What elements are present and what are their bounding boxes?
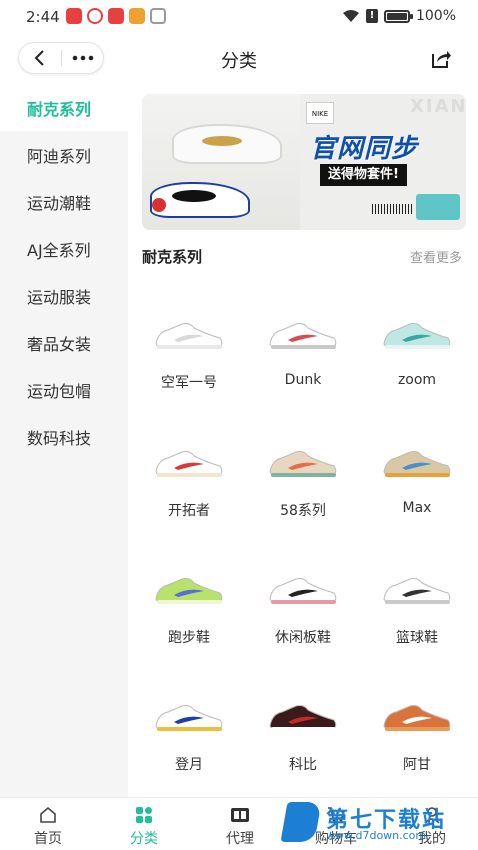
- promo-banner[interactable]: NIKE XIANSHI 官网同步 送得物套件!: [142, 94, 466, 230]
- banner-subtitle: 送得物套件!: [320, 164, 407, 186]
- watermark-url: www.d7down.com: [326, 829, 427, 842]
- tab-item[interactable]: 代理: [192, 798, 288, 850]
- shoe-thumbnail-icon: [383, 451, 451, 477]
- product-label: 空军一号: [161, 375, 217, 391]
- battery-icon: [383, 9, 413, 23]
- product-item[interactable]: 58系列: [246, 428, 360, 538]
- watermark-logo-icon: [280, 802, 322, 842]
- product-label: Dunk: [284, 372, 322, 388]
- sidebar-item-label: 耐克系列: [27, 99, 92, 119]
- banner-shoe-black-swoosh: [172, 190, 216, 202]
- sidebar-item[interactable]: AJ全系列: [0, 225, 128, 272]
- sidebar-item[interactable]: 运动包帽: [0, 366, 128, 413]
- share-icon[interactable]: [430, 48, 452, 70]
- product-label: zoom: [397, 372, 437, 388]
- home-icon: [40, 806, 56, 823]
- sidebar-item[interactable]: 数码科技: [0, 413, 128, 460]
- app-notification-icon: [66, 8, 82, 24]
- product-label: 篮球鞋: [396, 630, 438, 646]
- orange-app-icon: [129, 8, 145, 24]
- banner-gift-box: [416, 194, 460, 220]
- product-label: 开拓者: [168, 503, 210, 519]
- shoe-thumbnail-icon: [383, 323, 451, 349]
- notification-icons: [66, 8, 166, 24]
- product-item[interactable]: Max: [360, 428, 474, 538]
- view-more-link[interactable]: 查看更多: [410, 247, 462, 266]
- product-item[interactable]: 科比: [246, 682, 360, 792]
- product-item[interactable]: 阿甘: [360, 682, 474, 792]
- shoe-thumbnail-icon: [155, 705, 223, 731]
- sidebar-item[interactable]: 奢品女装: [0, 319, 128, 366]
- chat-notification-icon: [87, 8, 103, 24]
- shop-notification-icon: [108, 8, 124, 24]
- tab-label: 首页: [34, 831, 62, 847]
- banner-shoe-red-heel: [152, 198, 166, 212]
- tab-label: 代理: [226, 831, 254, 847]
- sidebar-item-label: 运动潮鞋: [27, 193, 92, 213]
- banner-shoe-photo: [142, 94, 300, 230]
- battery-percent: 100%: [415, 8, 456, 24]
- status-time: 2:44: [26, 8, 60, 26]
- battery-fill: [386, 12, 407, 20]
- browser-app-icon: [150, 8, 166, 24]
- shoe-thumbnail-icon: [383, 705, 451, 731]
- recruit-icon: [231, 808, 249, 822]
- product-label: 登月: [175, 757, 203, 773]
- shoe-thumbnail-icon: [269, 578, 337, 604]
- sidebar-item[interactable]: 耐克系列: [0, 84, 128, 131]
- section-title: 耐克系列: [142, 248, 203, 266]
- product-item[interactable]: 篮球鞋: [360, 555, 474, 665]
- top-nav-bar: 分类: [0, 34, 478, 84]
- status-right: ! 100%: [342, 8, 456, 24]
- product-item[interactable]: 开拓者: [132, 428, 246, 538]
- category-icon: [136, 807, 152, 823]
- product-label: 科比: [289, 757, 317, 773]
- product-item[interactable]: 空军一号: [132, 300, 246, 410]
- wifi-icon: [342, 10, 359, 22]
- shoe-thumbnail-icon: [155, 578, 223, 604]
- product-item[interactable]: Dunk: [246, 300, 360, 410]
- sidebar-item[interactable]: 阿迪系列: [0, 131, 128, 178]
- tab-item[interactable]: 首页: [0, 798, 96, 850]
- shoe-thumbnail-icon: [155, 323, 223, 349]
- product-item[interactable]: zoom: [360, 300, 474, 410]
- page-title: 分类: [221, 51, 257, 72]
- shoe-thumbnail-icon: [269, 705, 337, 731]
- sidebar-item-label: 奢品女装: [27, 334, 92, 354]
- banner-watermark: XIANSHI: [410, 96, 466, 117]
- product-label: Max: [402, 500, 432, 516]
- product-item[interactable]: 登月: [132, 682, 246, 792]
- tab-item[interactable]: 分类: [96, 798, 192, 850]
- product-label: 休闲板鞋: [275, 630, 331, 646]
- alert-icon: !: [365, 9, 378, 23]
- banner-title: 官网同步: [310, 134, 419, 164]
- banner-brand-logo: NIKE: [306, 102, 334, 124]
- status-bar: 2:44 ! 100%: [0, 0, 478, 34]
- shoe-thumbnail-icon: [383, 578, 451, 604]
- banner-shoe-swoosh: [202, 136, 242, 146]
- sidebar-item-label: 阿迪系列: [27, 146, 92, 166]
- shoe-thumbnail-icon: [269, 451, 337, 477]
- site-watermark: 第七下载站 www.d7down.com: [280, 796, 472, 850]
- product-item[interactable]: 跑步鞋: [132, 555, 246, 665]
- category-sidebar: 耐克系列阿迪系列运动潮鞋 AJ全系列运动服装奢品女装运动包帽数码科技: [0, 84, 128, 797]
- product-item[interactable]: 休闲板鞋: [246, 555, 360, 665]
- sidebar-item-label: 数码科技: [27, 428, 92, 448]
- sidebar-item-label: AJ全系列: [27, 240, 91, 260]
- product-label: 58系列: [280, 503, 326, 519]
- sidebar-item[interactable]: 运动服装: [0, 272, 128, 319]
- shoe-thumbnail-icon: [155, 451, 223, 477]
- sidebar-item-label: 运动服装: [27, 287, 92, 307]
- tab-label: 分类: [130, 831, 158, 847]
- product-label: 跑步鞋: [168, 630, 210, 646]
- banner-barcode: [372, 204, 412, 214]
- sidebar-item-label: 运动包帽: [27, 381, 92, 401]
- sidebar-item[interactable]: 运动潮鞋: [0, 178, 128, 225]
- product-label: 阿甘: [403, 757, 431, 773]
- shoe-thumbnail-icon: [269, 323, 337, 349]
